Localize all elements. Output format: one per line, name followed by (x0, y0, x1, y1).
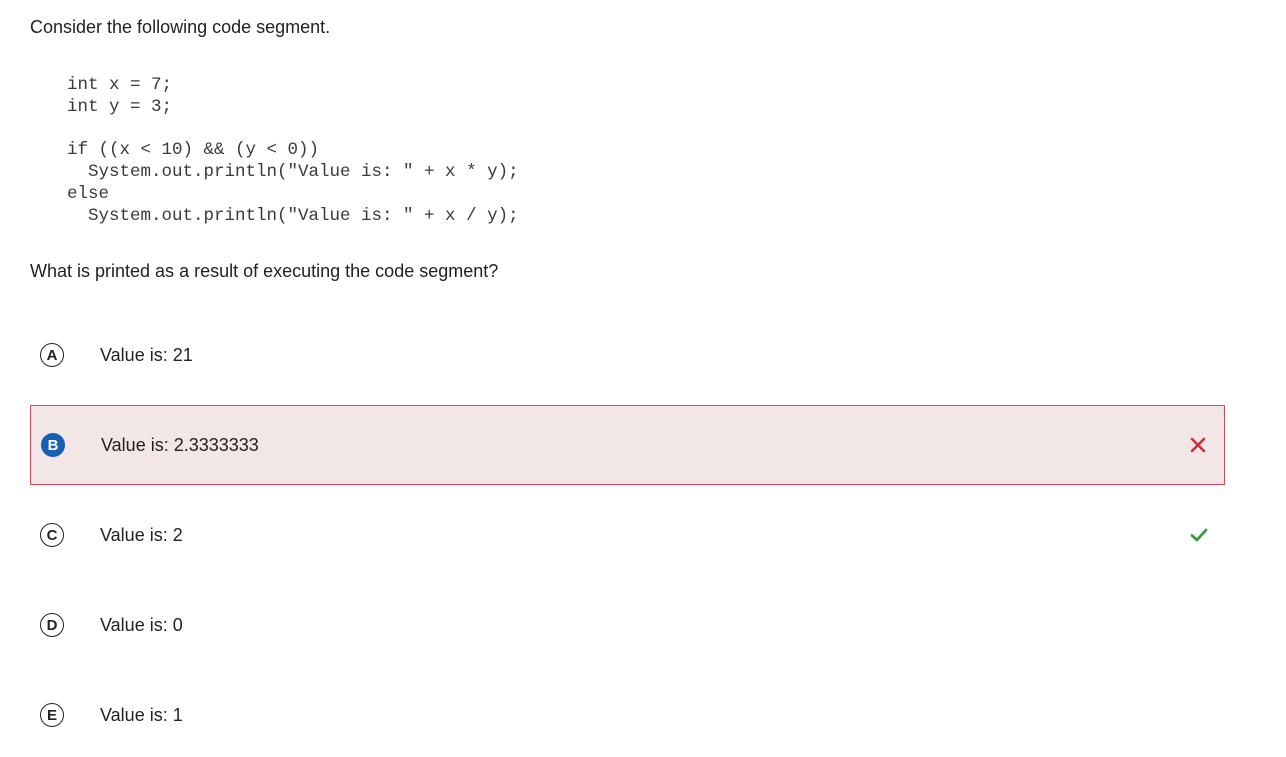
question-prompt: Consider the following code segment. (30, 17, 331, 37)
answer-choice-a[interactable]: A Value is: 21 (30, 315, 1225, 395)
code-line: if ((x < 10) && (y < 0)) (67, 140, 320, 160)
choice-text-d: Value is: 0 (100, 615, 183, 635)
code-line: System.out.println("Value is: " + x / y)… (67, 206, 519, 226)
choice-text-c: Value is: 2 (100, 525, 183, 545)
code-line: int y = 3; (67, 97, 173, 117)
x-icon (1190, 437, 1206, 453)
code-line: else (67, 184, 110, 204)
choice-letter-e: E (40, 703, 64, 727)
answer-choice-b[interactable]: B Value is: 2.3333333 (30, 405, 1225, 485)
choice-letter-d: D (40, 613, 64, 637)
answer-choice-d[interactable]: D Value is: 0 (30, 585, 1225, 665)
code-block: int x = 7; int y = 3; if ((x < 10) && (y <… (67, 74, 519, 227)
choice-text-a: Value is: 21 (100, 345, 193, 365)
answer-choice-c[interactable]: C Value is: 2 (30, 495, 1225, 575)
code-line: System.out.println("Value is: " + x * y)… (67, 162, 519, 182)
question-stem: What is printed as a result of executing… (30, 261, 499, 281)
code-line: int x = 7; (67, 75, 173, 95)
choice-letter-a: A (40, 343, 64, 367)
choice-letter-b: B (41, 433, 65, 457)
choice-text-b: Value is: 2.3333333 (101, 435, 259, 455)
answer-choice-e[interactable]: E Value is: 1 (30, 675, 1225, 755)
choice-text-e: Value is: 1 (100, 705, 183, 725)
check-icon (1190, 528, 1208, 542)
choice-letter-c: C (40, 523, 64, 547)
